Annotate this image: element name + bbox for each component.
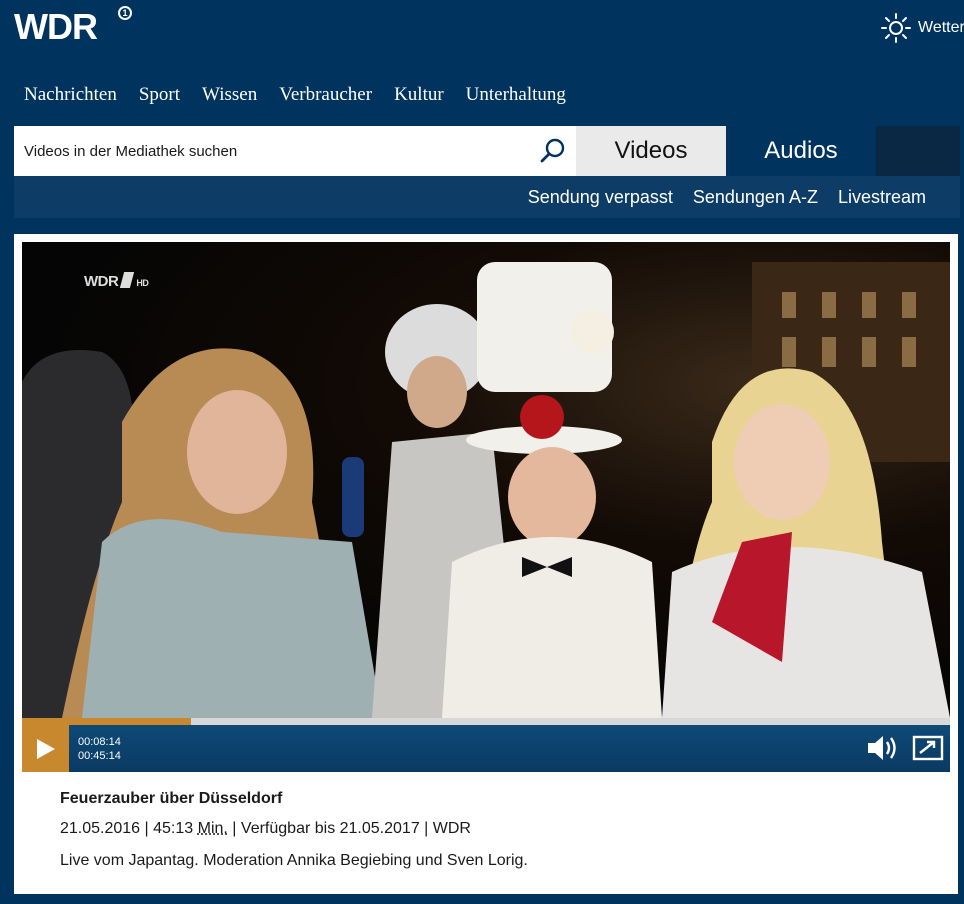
channel-bug-hd: HD bbox=[136, 278, 149, 288]
episode-title: Feuerzauber über Düsseldorf bbox=[60, 790, 283, 807]
weather-label: Wetter bbox=[918, 19, 964, 36]
play-button[interactable] bbox=[22, 725, 69, 772]
nav-item-nachrichten[interactable]: Nachrichten bbox=[24, 84, 117, 106]
search-input[interactable] bbox=[24, 142, 524, 160]
episode-broadcaster: WDR bbox=[432, 820, 471, 837]
wdr-logo[interactable]: WDR bbox=[14, 6, 98, 48]
episode-details: Feuerzauber über Düsseldorf 21.05.2016 |… bbox=[60, 790, 528, 870]
video-still-image bbox=[22, 262, 950, 718]
channel-bug-slash-icon bbox=[120, 272, 135, 288]
progress-bar[interactable] bbox=[22, 718, 950, 725]
nav-item-unterhaltung[interactable]: Unterhaltung bbox=[466, 84, 566, 106]
channel-bug-text: WDR bbox=[84, 273, 119, 290]
search-icon[interactable] bbox=[540, 138, 566, 164]
duration: 00:45:14 bbox=[78, 750, 121, 762]
main-navigation: Nachrichten Sport Wissen Verbraucher Kul… bbox=[24, 84, 566, 106]
nav-item-verbraucher[interactable]: Verbraucher bbox=[279, 84, 372, 106]
volume-icon bbox=[868, 736, 896, 760]
search-box bbox=[14, 126, 576, 176]
episode-date: 21.05.2016 bbox=[60, 820, 141, 837]
time-display: 00:08:14 00:45:14 bbox=[78, 735, 121, 763]
tab-videos[interactable]: Videos bbox=[576, 126, 726, 176]
nav-item-sport[interactable]: Sport bbox=[139, 84, 180, 106]
nav-item-wissen[interactable]: Wissen bbox=[202, 84, 257, 106]
play-icon bbox=[36, 738, 55, 759]
video-frame[interactable]: WDR HD bbox=[22, 242, 950, 718]
nav-item-kultur[interactable]: Kultur bbox=[394, 84, 444, 106]
sun-icon bbox=[881, 13, 911, 43]
subnav-livestream[interactable]: Livestream bbox=[838, 187, 926, 208]
subnav-sendungen-a-z[interactable]: Sendungen A-Z bbox=[693, 187, 818, 208]
episode-length-unit: Min. bbox=[197, 820, 228, 837]
das-erste-badge-icon: 1 bbox=[118, 6, 132, 20]
weather-link[interactable]: Wetter bbox=[880, 12, 964, 44]
episode-length: 45:13 bbox=[153, 820, 194, 837]
fullscreen-button[interactable] bbox=[912, 733, 944, 768]
subnav-sendung-verpasst[interactable]: Sendung verpasst bbox=[528, 187, 673, 208]
mediathek-subnav: Sendung verpasst Sendungen A-Z Livestrea… bbox=[14, 176, 960, 218]
episode-availability: Verfügbar bis 21.05.2017 bbox=[240, 820, 420, 837]
video-player: WDR HD 00:08:14 00:45:14 bbox=[22, 242, 950, 772]
mediathek-bar: Videos Audios bbox=[14, 126, 960, 176]
fullscreen-icon bbox=[912, 735, 944, 761]
episode-info: 21.05.2016 | 45:13 Min. | Verfügbar bis … bbox=[60, 820, 471, 837]
video-card: WDR HD 00:08:14 00:45:14 Feuerzauber übe… bbox=[14, 234, 958, 894]
episode-description: Live vom Japantag. Moderation Annika Beg… bbox=[60, 852, 528, 869]
player-controls: 00:08:14 00:45:14 bbox=[22, 725, 950, 772]
progress-fill bbox=[22, 718, 191, 725]
tab-audios[interactable]: Audios bbox=[726, 126, 876, 176]
volume-button[interactable] bbox=[866, 733, 902, 768]
current-time: 00:08:14 bbox=[78, 736, 121, 748]
channel-bug: WDR HD bbox=[84, 272, 149, 290]
